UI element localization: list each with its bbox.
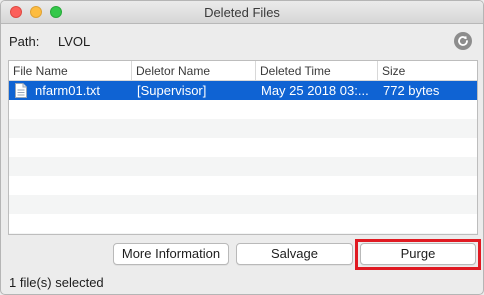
window-title: Deleted Files (204, 5, 280, 20)
deleted-files-table: File Name Deletor Name Deleted Time Size… (8, 60, 478, 235)
refresh-icon[interactable] (454, 32, 472, 50)
empty-row (9, 176, 477, 195)
empty-row (9, 195, 477, 214)
empty-row (9, 138, 477, 157)
deleted-files-window: Deleted Files Path: LVOL File Name Delet… (0, 0, 484, 295)
table-header: File Name Deletor Name Deleted Time Size (9, 61, 477, 81)
empty-row (9, 100, 477, 119)
column-header-deletor-name[interactable]: Deletor Name (132, 61, 256, 81)
cell-deletor-name: [Supervisor] (137, 83, 207, 98)
column-header-file-name[interactable]: File Name (9, 61, 132, 81)
cell-deleted-time: May 25 2018 03:... (261, 83, 369, 98)
more-information-button[interactable]: More Information (113, 243, 229, 265)
column-header-deleted-time[interactable]: Deleted Time (256, 61, 378, 81)
salvage-button[interactable]: Salvage (236, 243, 353, 265)
title-bar: Deleted Files (1, 1, 483, 24)
empty-row (9, 157, 477, 176)
status-text: 1 file(s) selected (9, 275, 104, 290)
empty-row (9, 233, 477, 234)
table-row[interactable]: nfarm01.txt [Supervisor] May 25 2018 03:… (9, 81, 477, 100)
cell-file-name: nfarm01.txt (35, 83, 101, 98)
empty-row (9, 214, 477, 233)
path-label: Path: (9, 34, 40, 49)
empty-row (9, 119, 477, 138)
table-body: nfarm01.txt [Supervisor] May 25 2018 03:… (9, 81, 477, 234)
path-value: LVOL (58, 34, 91, 49)
path-row: Path: LVOL (1, 31, 483, 53)
purge-button[interactable]: Purge (360, 243, 476, 265)
cell-size: 772 bytes (383, 83, 440, 98)
column-header-size[interactable]: Size (378, 61, 477, 81)
